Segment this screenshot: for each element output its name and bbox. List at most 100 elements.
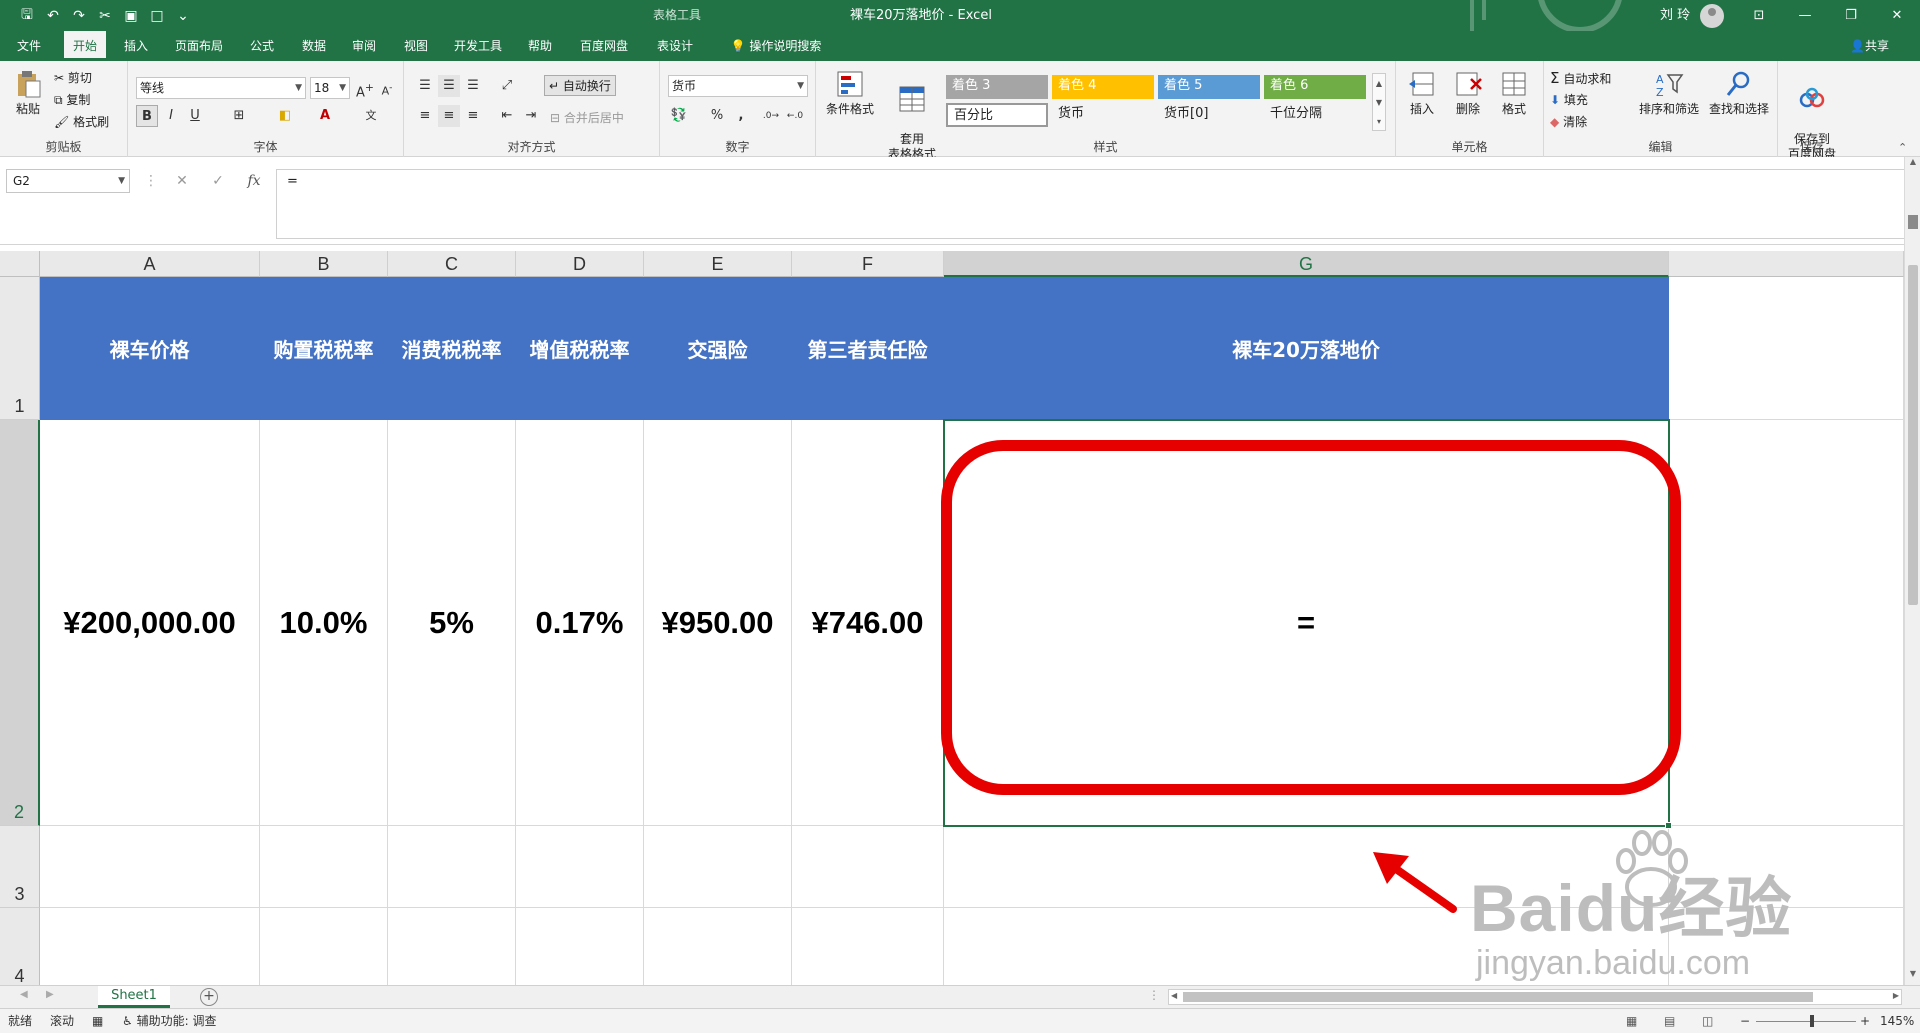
decrease-indent-icon[interactable]: ⇤ xyxy=(496,105,518,127)
collapse-ribbon-icon[interactable]: ⌃ xyxy=(1898,141,1907,154)
cell-e4[interactable] xyxy=(644,908,792,985)
cell-a2[interactable]: ¥200,000.00 xyxy=(40,420,260,826)
wrap-text-button[interactable]: ↵ 自动换行 xyxy=(544,75,616,96)
tab-view[interactable]: 视图 xyxy=(396,31,436,61)
cell-d3[interactable] xyxy=(516,826,644,908)
cut-icon[interactable]: ✂ xyxy=(92,8,118,24)
insert-cells-button[interactable]: 插入 xyxy=(1400,69,1444,117)
column-header-d[interactable]: D xyxy=(516,251,644,277)
cell-d1[interactable]: 增值税税率 xyxy=(516,277,644,420)
align-right-icon[interactable]: ≡ xyxy=(462,105,484,127)
add-sheet-icon[interactable]: + xyxy=(200,988,218,1006)
font-name-select[interactable]: 等线 ▼ xyxy=(136,77,306,99)
column-header-f[interactable]: F xyxy=(792,251,944,277)
vertical-scroll-thumb[interactable] xyxy=(1908,265,1918,605)
avatar[interactable] xyxy=(1700,4,1724,28)
align-middle-icon[interactable]: ☰ xyxy=(438,75,460,97)
save-icon[interactable]: 🖫 xyxy=(14,4,40,28)
name-box[interactable]: G2 ▼ xyxy=(6,169,130,193)
column-header-h[interactable] xyxy=(1669,251,1904,277)
cell-c3[interactable] xyxy=(388,826,516,908)
comma-button[interactable]: , xyxy=(730,105,752,127)
column-header-a[interactable]: A xyxy=(40,251,260,277)
zoom-slider-thumb[interactable] xyxy=(1810,1015,1814,1027)
phonetic-icon[interactable]: 文 xyxy=(360,105,382,127)
page-break-view-icon[interactable]: ◫ xyxy=(1702,1009,1713,1033)
vertical-scrollbar[interactable]: ▲ ▼ xyxy=(1904,157,1920,985)
cell-a1[interactable]: 裸车价格 xyxy=(40,277,260,420)
cell-c1[interactable]: 消费税税率 xyxy=(388,277,516,420)
cell-h2[interactable] xyxy=(1669,420,1904,826)
row-header-3[interactable]: 3 xyxy=(0,826,40,908)
currency-icon[interactable]: 💱 xyxy=(668,105,690,127)
zoom-slider[interactable] xyxy=(1756,1021,1856,1022)
align-top-icon[interactable]: ☰ xyxy=(414,75,436,97)
align-bottom-icon[interactable]: ☰ xyxy=(462,75,484,97)
horizontal-scroll-thumb[interactable] xyxy=(1183,992,1813,1002)
worksheet-grid[interactable]: A B C D E F G 1 2 3 4 裸车价格 购置税税率 消费税税率 增… xyxy=(0,251,1904,985)
insert-function-icon[interactable]: fx xyxy=(236,169,272,193)
fill-button[interactable]: ⬇ 填充 xyxy=(1550,91,1588,108)
save-as-icon[interactable]: ▣ xyxy=(118,8,144,24)
underline-button[interactable]: U xyxy=(184,105,206,127)
tab-formulas[interactable]: 公式 xyxy=(242,31,282,61)
user-name[interactable]: 刘 玲 xyxy=(1660,0,1690,31)
increase-decimal-icon[interactable]: .0→ xyxy=(760,105,782,127)
percent-button[interactable]: % xyxy=(706,105,728,127)
normal-view-icon[interactable]: ▦ xyxy=(1626,1009,1637,1033)
cell-d4[interactable] xyxy=(516,908,644,985)
decrease-decimal-icon[interactable]: ←.0 xyxy=(784,105,806,127)
tab-file[interactable]: 文件 xyxy=(8,31,50,61)
enter-icon[interactable]: ✓ xyxy=(200,169,236,193)
tab-home[interactable]: 开始 xyxy=(64,31,106,61)
fill-color-icon[interactable]: ◧ xyxy=(274,105,296,127)
redo-icon[interactable]: ↷ xyxy=(66,8,92,24)
tell-me-search[interactable]: 💡 操作说明搜索 xyxy=(716,31,836,61)
customize-icon[interactable]: ⌄ xyxy=(170,8,196,24)
new-file-icon[interactable]: □ xyxy=(144,8,170,24)
tab-insert[interactable]: 插入 xyxy=(116,31,156,61)
cell-c4[interactable] xyxy=(388,908,516,985)
paste-button[interactable]: 粘贴 xyxy=(8,69,48,117)
row-header-2[interactable]: 2 xyxy=(0,420,40,826)
cell-a4[interactable] xyxy=(40,908,260,985)
scroll-up-icon[interactable]: ▲ xyxy=(1905,157,1920,171)
scroll-right-icon[interactable]: ▶ xyxy=(1893,991,1899,1000)
italic-button[interactable]: I xyxy=(160,105,182,127)
align-left-icon[interactable]: ≡ xyxy=(414,105,436,127)
style-comma[interactable]: 千位分隔 xyxy=(1264,103,1366,127)
tab-review[interactable]: 审阅 xyxy=(344,31,384,61)
sheet-next-icon[interactable]: ▶ xyxy=(46,989,54,1000)
sheet-tab-sheet1[interactable]: Sheet1 xyxy=(98,986,170,1008)
page-layout-view-icon[interactable]: ▤ xyxy=(1664,1009,1675,1033)
cell-e3[interactable] xyxy=(644,826,792,908)
font-color-icon[interactable]: A xyxy=(314,105,336,127)
borders-icon[interactable]: ⊞ xyxy=(228,105,250,127)
increase-indent-icon[interactable]: ⇥ xyxy=(520,105,542,127)
sort-filter-button[interactable]: AZ 排序和筛选 xyxy=(1634,69,1704,117)
tab-split-handle[interactable]: ⋮ xyxy=(1148,988,1160,1002)
merge-center-button[interactable]: ⊟ 合并后居中 xyxy=(550,109,624,126)
shrink-font-icon[interactable]: A- xyxy=(376,77,398,99)
styles-gallery-scroll[interactable]: ▲ ▼ ▾ xyxy=(1372,73,1386,131)
select-all-corner[interactable] xyxy=(0,251,40,277)
format-cells-button[interactable]: 格式 xyxy=(1492,69,1536,117)
cell-a3[interactable] xyxy=(40,826,260,908)
style-percent[interactable]: 百分比 xyxy=(946,103,1048,127)
column-header-e[interactable]: E xyxy=(644,251,792,277)
cut-button[interactable]: ✂ 剪切 xyxy=(54,69,92,86)
row-header-4[interactable]: 4 xyxy=(0,908,40,985)
cell-b1[interactable]: 购置税税率 xyxy=(260,277,388,420)
format-painter-button[interactable]: 🖌 格式刷 xyxy=(54,113,109,130)
close-button[interactable]: ✕ xyxy=(1874,0,1920,31)
row-header-1[interactable]: 1 xyxy=(0,277,40,420)
tab-page-layout[interactable]: 页面布局 xyxy=(168,31,230,61)
cell-b3[interactable] xyxy=(260,826,388,908)
autosum-button[interactable]: Σ 自动求和 xyxy=(1550,69,1611,87)
column-header-g[interactable]: G xyxy=(944,251,1669,277)
split-handle[interactable] xyxy=(1908,215,1918,229)
accessibility-status[interactable]: ♿ 辅助功能: 调查 xyxy=(122,1009,216,1033)
align-center-icon[interactable]: ≡ xyxy=(438,105,460,127)
cell-e1[interactable]: 交强险 xyxy=(644,277,792,420)
tab-baidu-netdisk[interactable]: 百度网盘 xyxy=(572,31,636,61)
